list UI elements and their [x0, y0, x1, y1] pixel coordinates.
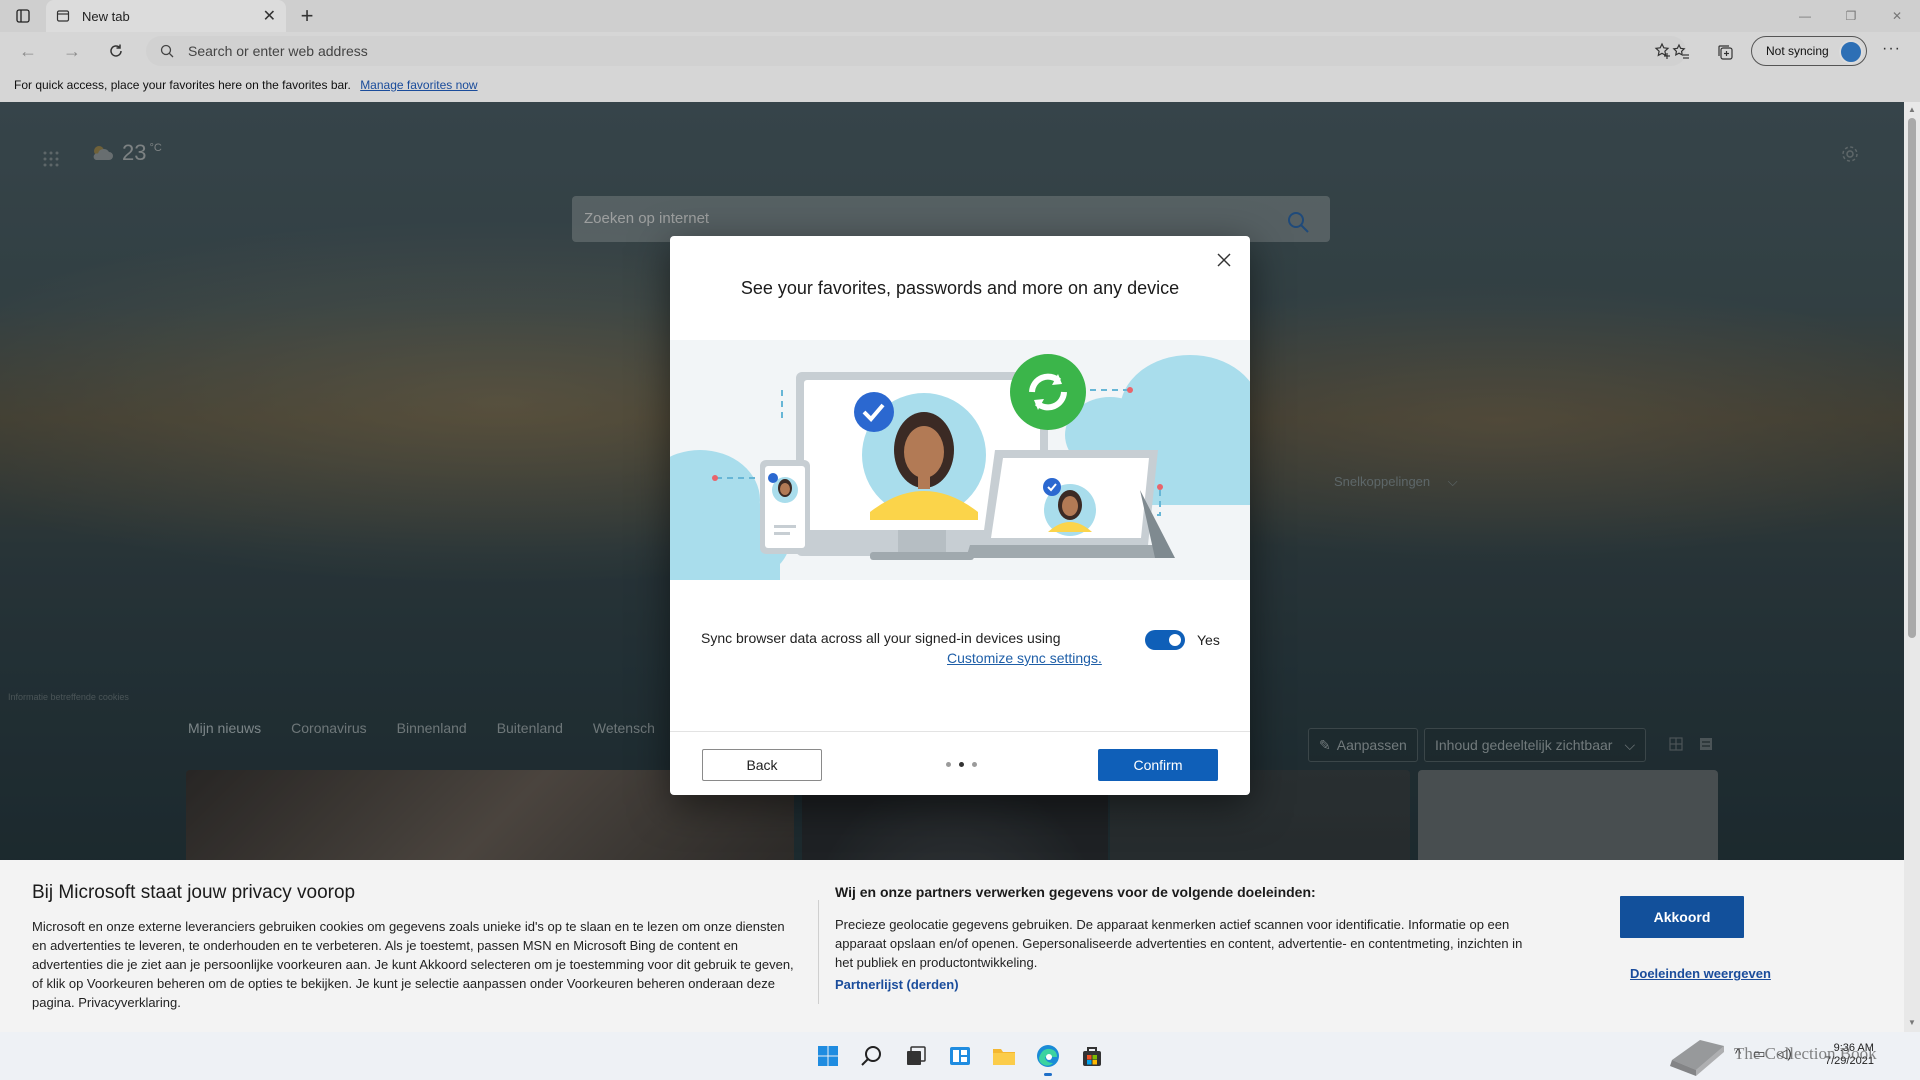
privacy-body: Microsoft en onze externe leveranciers g…	[32, 919, 794, 1010]
forward-arrow-icon[interactable]: →	[58, 38, 86, 64]
tab-title: New tab	[82, 8, 130, 24]
watermark-text: The Collection Book	[1734, 1044, 1877, 1063]
step-dot	[972, 762, 977, 767]
sync-status-label: Not syncing	[1766, 44, 1829, 58]
sync-dialog: See your favorites, passwords and more o…	[670, 236, 1250, 795]
partners-link[interactable]: Partnerlijst (derden)	[835, 977, 959, 992]
address-bar[interactable]: Search or enter web address	[146, 36, 1686, 66]
plus-icon[interactable]: +	[294, 3, 320, 29]
dialog-divider	[670, 731, 1250, 732]
show-purposes-link[interactable]: Doeleinden weergeven	[1630, 966, 1771, 981]
edge-icon[interactable]	[1032, 1040, 1064, 1076]
tab-actions-button[interactable]	[10, 6, 36, 26]
page-scrollbar[interactable]: ▲ ▼	[1904, 102, 1920, 1032]
privacy-banner: Bij Microsoft staat jouw privacy voorop …	[0, 860, 1904, 1032]
step-indicator	[946, 762, 977, 767]
sync-toggle[interactable]	[1145, 630, 1185, 650]
accept-button[interactable]: Akkoord	[1620, 896, 1744, 938]
sync-text: Sync browser data across all your signed…	[701, 630, 1061, 646]
confirm-button[interactable]: Confirm	[1098, 749, 1218, 781]
widgets-icon[interactable]	[944, 1040, 976, 1072]
restore-icon[interactable]: ❐	[1828, 0, 1874, 32]
close-icon[interactable]: ✕	[263, 6, 276, 26]
store-icon[interactable]	[1076, 1040, 1108, 1072]
favorites-icon[interactable]	[1670, 41, 1692, 63]
manage-favorites-link[interactable]: Manage favorites now	[360, 78, 477, 92]
minimize-icon[interactable]: —	[1782, 0, 1828, 32]
taskbar-search-icon[interactable]	[856, 1040, 888, 1072]
step-dot-current	[959, 762, 964, 767]
privacy-divider	[818, 900, 819, 1004]
browser-toolbar: ← → Search or enter web address Not sync…	[0, 32, 1920, 70]
sidebar-icon	[16, 9, 30, 23]
avatar	[1839, 40, 1863, 64]
close-icon[interactable]	[1210, 246, 1238, 274]
back-button[interactable]: Back	[702, 749, 822, 781]
scroll-thumb[interactable]	[1908, 118, 1916, 638]
windows-start-icon[interactable]	[812, 1040, 844, 1072]
refresh-icon[interactable]	[102, 38, 130, 64]
collections-icon[interactable]	[1714, 41, 1736, 63]
step-dot	[946, 762, 951, 767]
window-close-icon[interactable]: ✕	[1874, 0, 1920, 32]
address-placeholder: Search or enter web address	[188, 43, 368, 59]
search-icon	[160, 44, 174, 58]
dialog-title: See your favorites, passwords and more o…	[740, 278, 1180, 298]
taskbar: ^ ▭ ◁) 9:36 AM 7/29/2021	[0, 1032, 1920, 1080]
window-controls: — ❐ ✕	[1782, 0, 1920, 32]
more-icon[interactable]: ···	[1882, 40, 1901, 58]
purposes-title: Wij en onze partners verwerken gegevens …	[835, 884, 1316, 900]
sync-toggle-label: Yes	[1197, 632, 1220, 648]
back-arrow-icon[interactable]: ←	[14, 38, 42, 64]
task-view-icon[interactable]	[900, 1040, 932, 1072]
purposes-body: Precieze geolocatie gegevens gebruiken. …	[835, 917, 1523, 970]
sync-illustration	[670, 340, 1250, 580]
sync-description: Sync browser data across all your signed…	[701, 630, 1221, 666]
favorites-bar-hint: For quick access, place your favorites h…	[14, 78, 351, 92]
toggle-knob	[1169, 634, 1181, 646]
customize-sync-link[interactable]: Customize sync settings.	[947, 650, 1102, 666]
favorites-bar: For quick access, place your favorites h…	[0, 70, 1920, 102]
privacy-title: Bij Microsoft staat jouw privacy voorop	[32, 882, 356, 903]
profile-sync-button[interactable]: Not syncing	[1751, 36, 1867, 66]
tab-page-icon	[56, 10, 70, 22]
file-explorer-icon[interactable]	[988, 1040, 1020, 1072]
browser-tab[interactable]: New tab ✕	[46, 0, 286, 32]
book-logo	[1670, 1040, 1724, 1076]
tab-strip: New tab ✕ + — ❐ ✕	[0, 0, 1920, 32]
scroll-up-icon[interactable]: ▲	[1908, 105, 1916, 114]
